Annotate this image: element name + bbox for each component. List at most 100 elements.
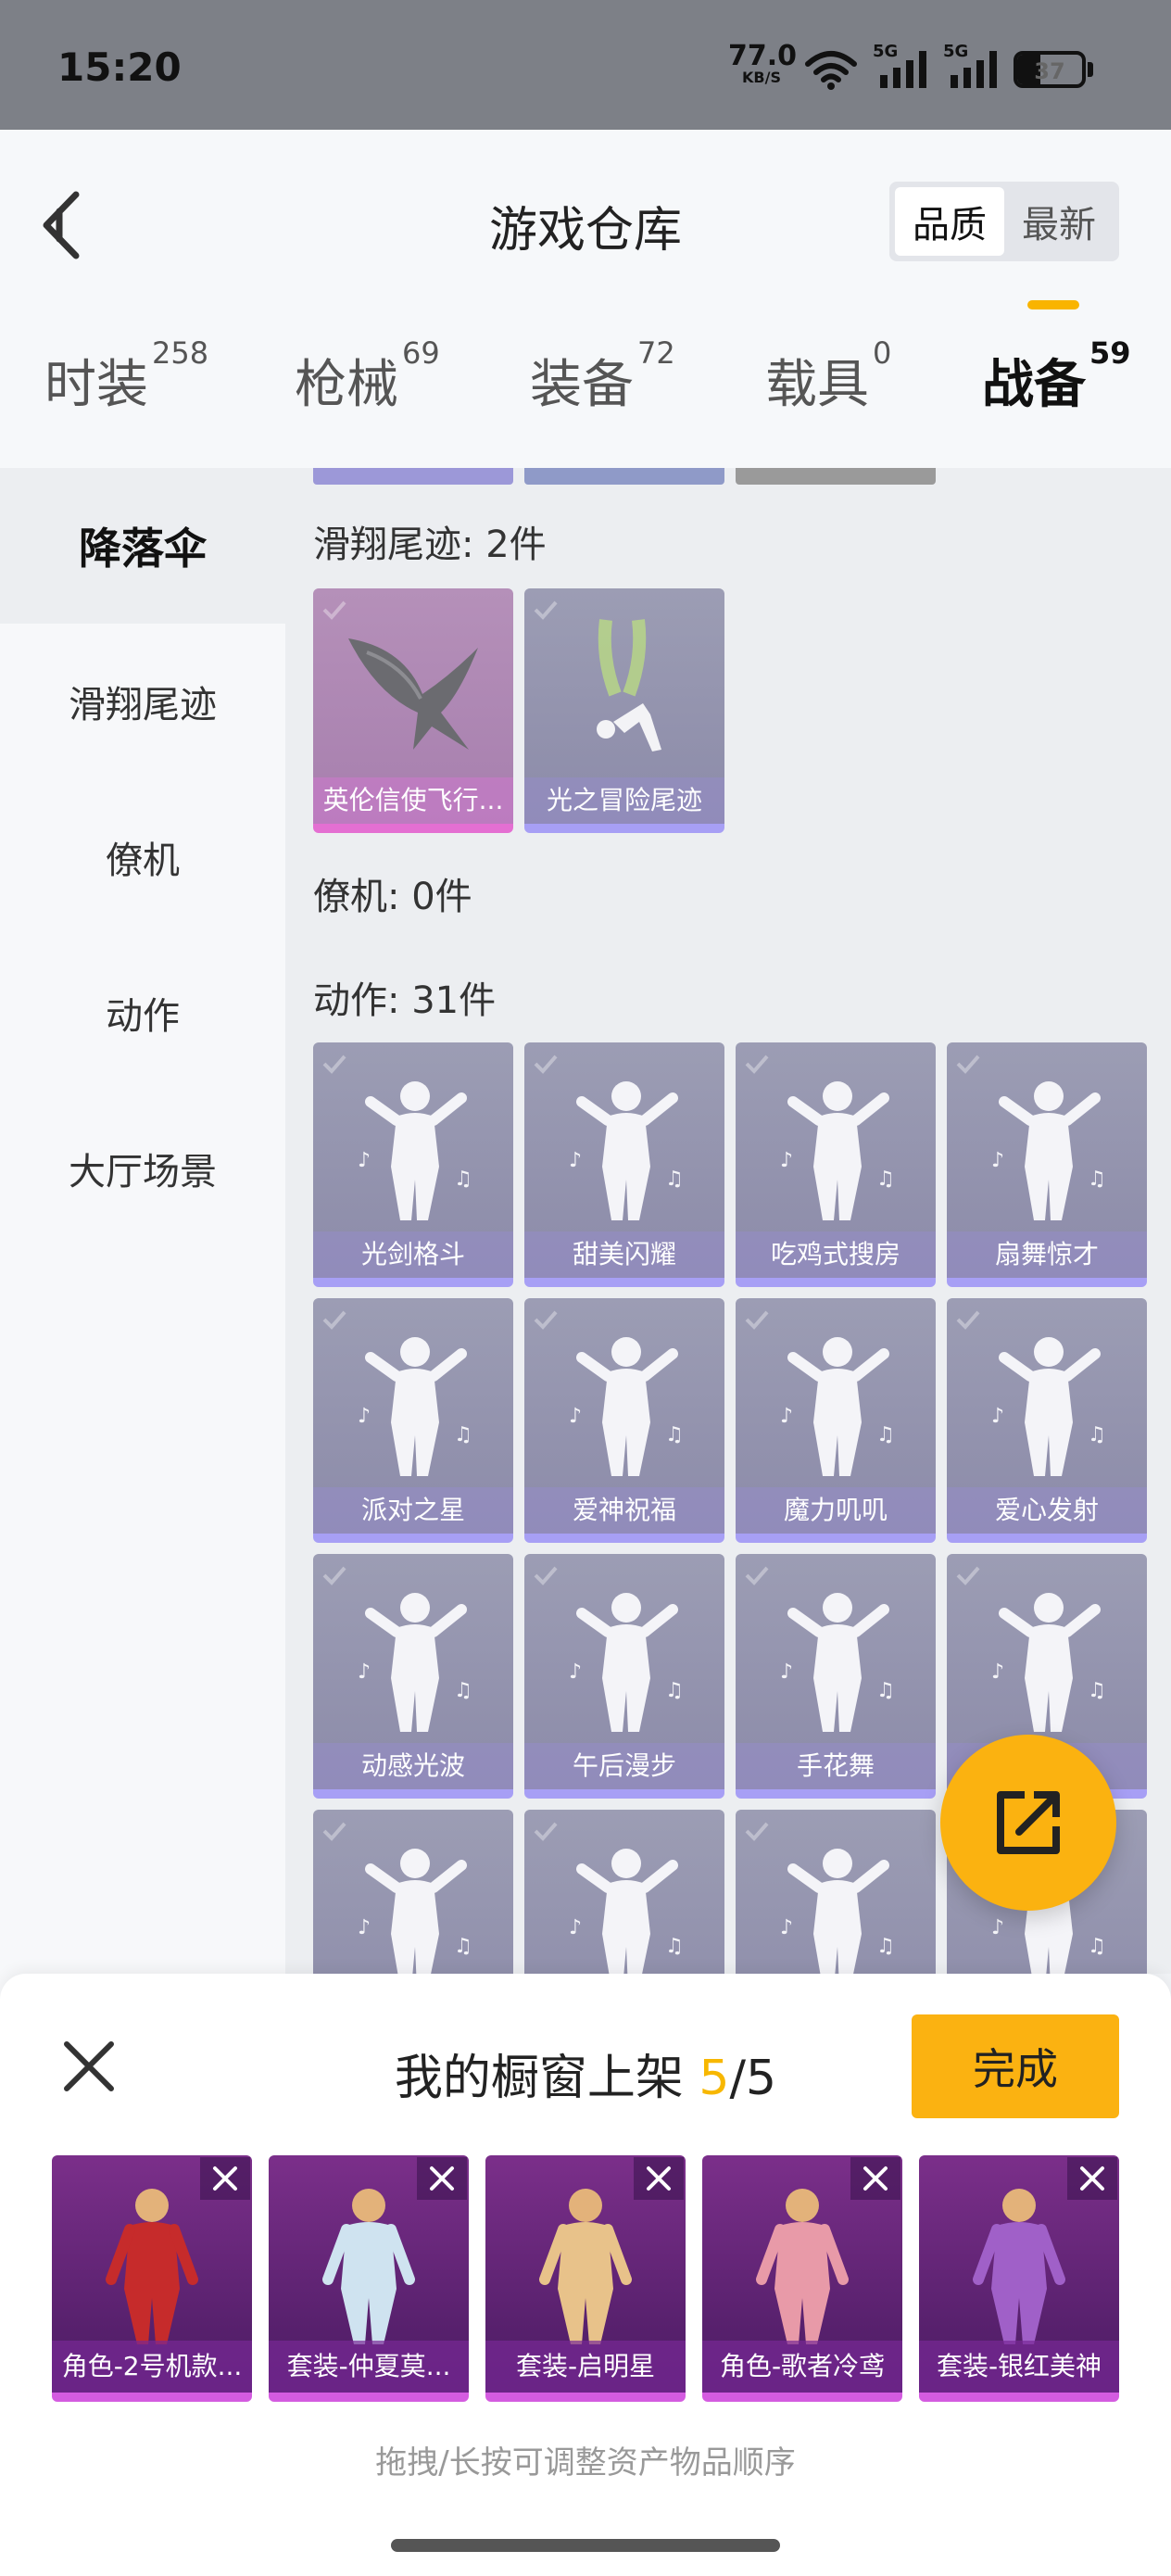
remove-icon[interactable] (417, 2157, 467, 2200)
sort-quality-button[interactable]: 品质 (895, 187, 1004, 256)
tab-vehicles[interactable]: 载具0 (765, 335, 891, 445)
showcase-panel: 我的橱窗上架 5/5 完成 角色-2号机款... 套装-仲夏莫... 套装-启明星角… (0, 1974, 1171, 2576)
sort-newest-button[interactable]: 最新 (1004, 187, 1114, 256)
card-stub (524, 468, 724, 485)
sword-figure-icon: ♪♫ (358, 1081, 472, 1220)
remove-icon[interactable] (200, 2157, 250, 2200)
trail-figure-icon (597, 619, 661, 751)
tab-count: 0 (873, 335, 892, 371)
remove-icon[interactable] (634, 2157, 684, 2200)
action-card[interactable]: ♪ ♫ 甜美闪耀 (524, 1042, 724, 1287)
action-card[interactable]: ♪ ♫ (736, 1810, 936, 1974)
tab-count: 72 (637, 335, 675, 371)
showcase-slot[interactable]: 角色-歌者冷鸢 (702, 2155, 902, 2402)
reorder-hint: 拖拽/长按可调整资产物品顺序 (375, 2444, 796, 2481)
category-tabs: 时装258 枪械69 装备72 载具0 战备59 (0, 335, 1171, 445)
sort-toggle: 品质 最新 (889, 182, 1119, 261)
cell-signal-icon: 5G (873, 42, 928, 92)
item-label: 甜美闪耀 (524, 1231, 724, 1278)
svg-text:♫: ♫ (876, 1168, 895, 1191)
action-card[interactable]: ♪ ♫ (524, 1810, 724, 1974)
svg-text:♫: ♫ (1088, 1168, 1106, 1191)
active-tab-indicator (1027, 300, 1079, 309)
showcase-slot[interactable]: 角色-2号机款... (52, 2155, 252, 2402)
action-card[interactable]: ♪ ♫ 吃鸡式搜房 (736, 1042, 936, 1287)
action-card[interactable]: ♪ ♫ 动感光波 (313, 1554, 513, 1799)
action-card[interactable]: ♪ ♫ 午后漫步 (524, 1554, 724, 1799)
svg-text:♫: ♫ (1088, 1679, 1106, 1702)
remove-icon[interactable] (850, 2157, 900, 2200)
sidebar-item-glide-trail[interactable]: 滑翔尾迹 (0, 624, 285, 779)
slot-label: 角色-歌者冷鸢 (702, 2341, 902, 2393)
item-card[interactable]: 光之冒险尾迹 (524, 588, 724, 833)
item-label: 动感光波 (313, 1743, 513, 1789)
section-title-glide-trail: 滑翔尾迹: 2件 (313, 524, 547, 566)
tab-fashion[interactable]: 时装258 (44, 335, 208, 445)
home-indicator[interactable] (391, 2539, 780, 2552)
item-label: 吃鸡式搜房 (736, 1231, 936, 1278)
showcase-count: 5 (699, 2051, 730, 2106)
showcase-title-text: 我的橱窗上架 (394, 2051, 684, 2106)
svg-text:♪: ♪ (780, 1916, 793, 1939)
share-button[interactable] (940, 1735, 1116, 1911)
tab-label: 战备 (982, 355, 1086, 415)
tab-equipment[interactable]: 装备72 (530, 335, 675, 445)
net-speed-unit: KB/S (742, 69, 781, 86)
remove-icon[interactable] (1067, 2157, 1117, 2200)
svg-text:♪: ♪ (569, 1405, 582, 1428)
header: 游戏仓库 品质 最新 时装258 枪械69 装备72 载具0 战备59 (0, 130, 1171, 468)
tab-battle-prep[interactable]: 战备59 (982, 335, 1131, 445)
item-label: 爱神祝福 (524, 1487, 724, 1534)
action-card[interactable]: ♪ ♫ 光剑格斗 (313, 1042, 513, 1287)
item-label: 光剑格斗 (313, 1231, 513, 1278)
item-label: 午后漫步 (524, 1743, 724, 1789)
action-card[interactable]: ♪ ♫ 魔力叽叽 (736, 1298, 936, 1543)
wave-figure-icon: ♪♫ (358, 1593, 472, 1732)
fan-figure-icon: ♪♫ (991, 1081, 1106, 1220)
item-label: 扇舞惊才 (947, 1231, 1147, 1278)
done-button[interactable]: 完成 (912, 2014, 1119, 2118)
svg-text:♪: ♪ (991, 1916, 1004, 1939)
sidebar-item-lobby-scene[interactable]: 大厅场景 (0, 1091, 285, 1246)
dance-figure-icon: ♪♫ (358, 1849, 472, 1974)
tab-guns[interactable]: 枪械69 (295, 335, 440, 445)
section-title-wingman: 僚机: 0件 (313, 876, 472, 918)
sign-figure-icon: ♪♫ (991, 1593, 1106, 1732)
cupid-figure-icon: ♪♫ (569, 1337, 684, 1476)
svg-text:♪: ♪ (358, 1916, 371, 1939)
tab-count: 69 (402, 335, 440, 371)
svg-text:♪: ♪ (358, 1149, 371, 1172)
action-card[interactable]: ♪ ♫ 爱心发射 (947, 1298, 1147, 1543)
search-figure-icon: ♪♫ (780, 1081, 895, 1220)
showcase-slot[interactable]: 套装-启明星 (485, 2155, 686, 2402)
svg-text:♫: ♫ (876, 1423, 895, 1446)
showcase-slot[interactable]: 套装-仲夏莫... (269, 2155, 469, 2402)
sidebar-item-actions[interactable]: 动作 (0, 935, 285, 1091)
sidebar-item-wingman[interactable]: 僚机 (0, 779, 285, 935)
svg-text:♪: ♪ (780, 1661, 793, 1684)
svg-text:♫: ♫ (454, 1168, 472, 1191)
action-card[interactable]: ♪ ♫ (313, 1810, 513, 1974)
action-card[interactable]: ♪ ♫ 派对之星 (313, 1298, 513, 1543)
dance-figure-icon: ♪♫ (569, 1849, 684, 1974)
item-card[interactable]: 英伦信使飞行... (313, 588, 513, 833)
clock: 15:20 (57, 44, 182, 90)
battery-level: 37 (1034, 58, 1065, 84)
flower-figure-icon: ♪♫ (780, 1593, 895, 1732)
showcase-slot[interactable]: 套装-银红美神 (919, 2155, 1119, 2402)
action-card[interactable]: ♪ ♫ 扇舞惊才 (947, 1042, 1147, 1287)
svg-text:♫: ♫ (454, 1679, 472, 1702)
action-card[interactable]: ♪ ♫ 手花舞 (736, 1554, 936, 1799)
battery-icon: 37 (1014, 51, 1086, 88)
dance-figure-icon: ♪♫ (780, 1849, 895, 1974)
slot-label: 套装-仲夏莫... (269, 2341, 469, 2393)
svg-text:♪: ♪ (991, 1405, 1004, 1428)
svg-text:♫: ♫ (665, 1423, 684, 1446)
action-card[interactable]: ♪ ♫ 爱神祝福 (524, 1298, 724, 1543)
svg-text:♫: ♫ (665, 1168, 684, 1191)
svg-text:♫: ♫ (665, 1935, 684, 1958)
svg-text:♫: ♫ (1088, 1935, 1106, 1958)
item-label: 魔力叽叽 (736, 1487, 936, 1534)
sidebar-item-parachute[interactable]: 降落伞 (0, 468, 285, 624)
svg-text:♫: ♫ (876, 1935, 895, 1958)
